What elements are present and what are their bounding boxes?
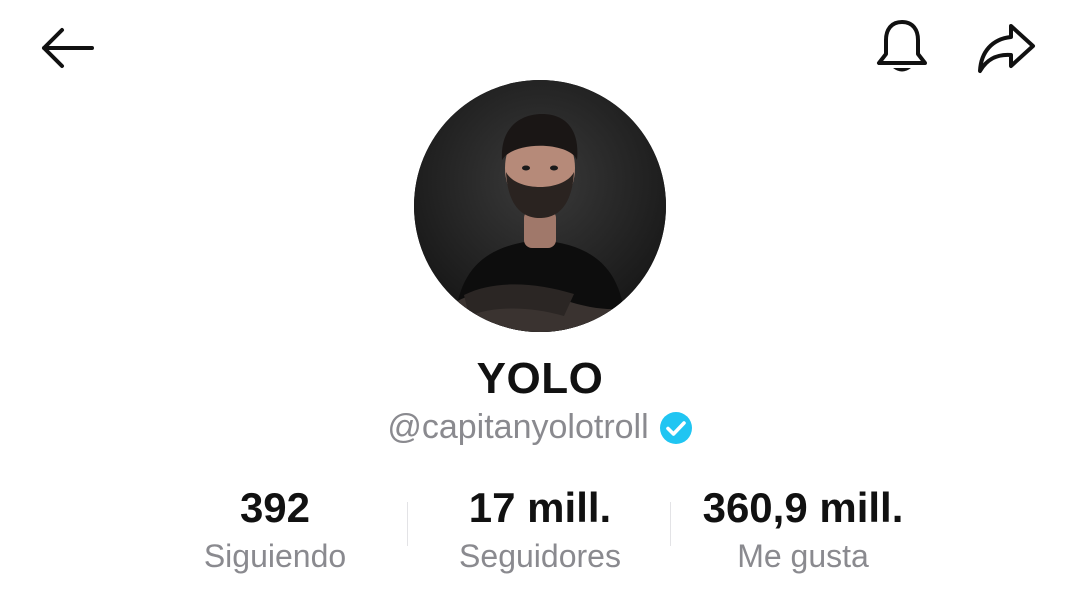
stat-likes[interactable]: 360,9 mill. Me gusta <box>680 480 926 576</box>
profile-stats: 392 Siguiendo 17 mill. Seguidores 360,9 … <box>0 480 1080 580</box>
bell-icon <box>877 20 927 72</box>
stat-divider <box>670 502 671 546</box>
back-button[interactable] <box>30 16 104 80</box>
arrow-left-icon <box>42 28 94 68</box>
likes-label: Me gusta <box>737 538 869 574</box>
share-arrow-icon <box>978 24 1035 73</box>
username-handle: @capitanyolotroll <box>387 408 649 446</box>
following-count: 392 <box>239 484 311 531</box>
share-button[interactable] <box>968 14 1044 82</box>
notification-bell-button[interactable] <box>866 14 938 82</box>
profile-photo <box>414 80 666 332</box>
display-name: YOLO <box>476 354 604 403</box>
followers-label: Seguidores <box>459 538 621 574</box>
avatar[interactable] <box>414 80 666 332</box>
following-label: Siguiendo <box>203 538 347 574</box>
likes-count: 360,9 mill. <box>702 484 904 531</box>
stat-divider <box>407 502 408 546</box>
handle-row: @capitanyolotroll <box>0 408 1080 447</box>
verified-badge-icon <box>659 411 692 444</box>
followers-count: 17 mill. <box>468 484 612 531</box>
stat-following[interactable]: 392 Siguiendo <box>175 480 375 576</box>
profile-page: YOLO @capitanyolotroll 392 Siguiendo 17 … <box>0 0 1080 594</box>
stat-followers[interactable]: 17 mill. Seguidores <box>430 480 650 576</box>
